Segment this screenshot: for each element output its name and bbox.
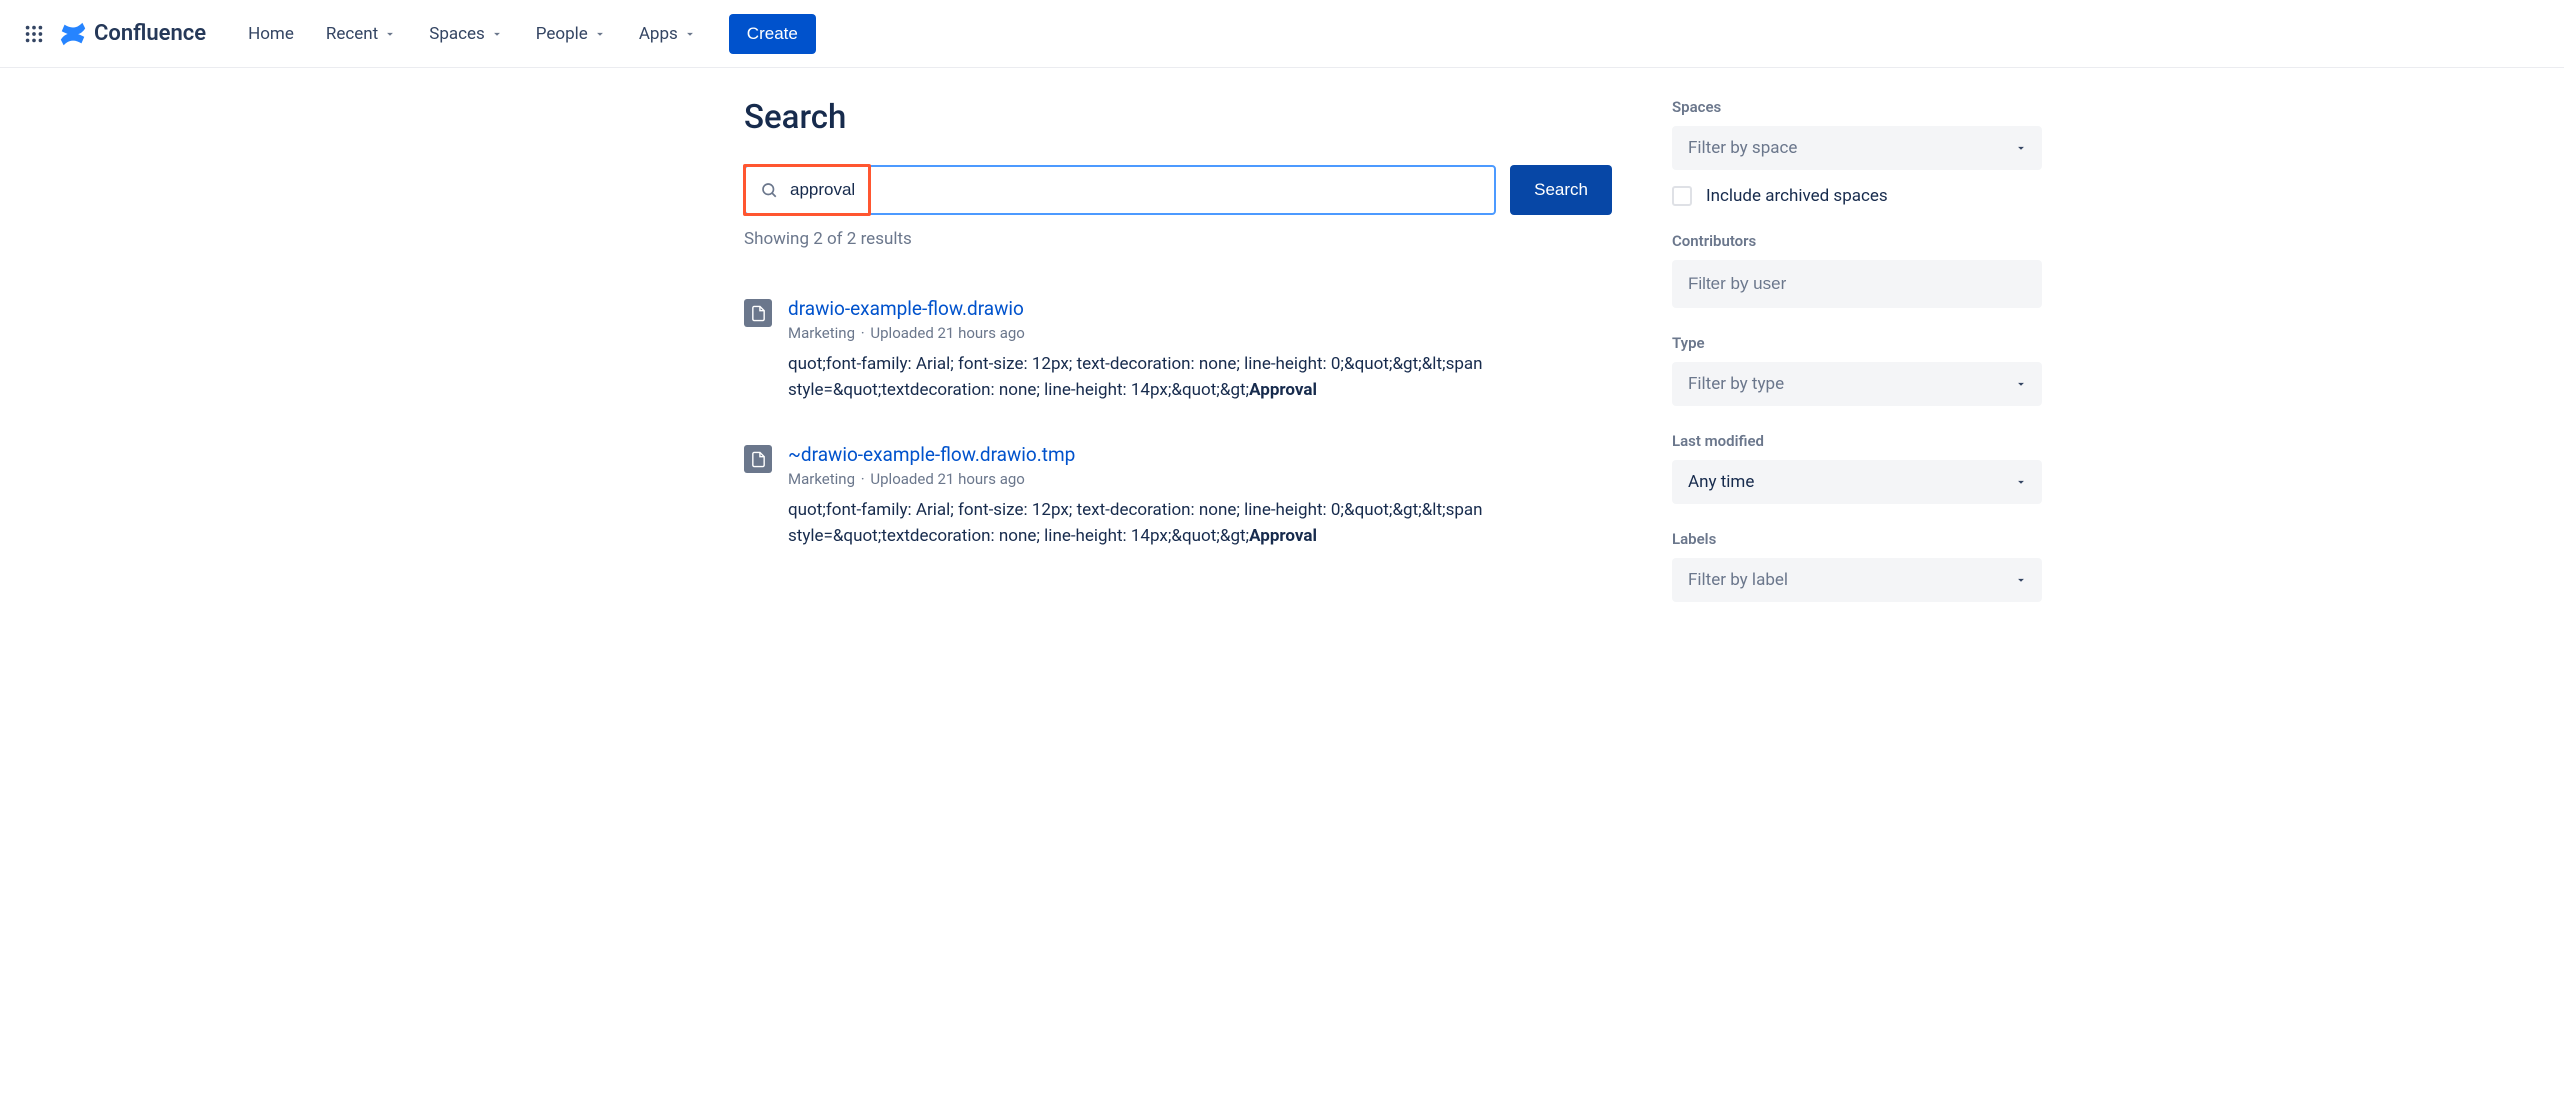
filter-last-modified-select[interactable]: Any time — [1672, 460, 2042, 504]
chevron-down-icon — [593, 27, 607, 41]
result-body: ~drawio-example-flow.drawio.tmp Marketin… — [788, 443, 1612, 549]
result-snippet: quot;font-family: Arial; font-size: 12px… — [788, 352, 1612, 403]
search-result: ~drawio-example-flow.drawio.tmp Marketin… — [744, 443, 1612, 549]
result-uploaded: Uploaded 21 hours ago — [870, 324, 1024, 342]
app-switcher-icon[interactable] — [20, 20, 48, 48]
archived-checkbox-label[interactable]: Include archived spaces — [1706, 186, 1888, 206]
filter-type: Type Filter by type — [1672, 334, 2042, 406]
filter-contributors-label: Contributors — [1672, 232, 2042, 250]
filter-spaces-placeholder: Filter by space — [1688, 138, 1797, 158]
filter-last-modified-label: Last modified — [1672, 432, 2042, 450]
product-name: Confluence — [94, 21, 206, 46]
confluence-icon — [58, 19, 88, 49]
search-input[interactable] — [790, 180, 1480, 200]
top-nav: Confluence Home Recent Spaces People App… — [0, 0, 2564, 68]
result-space: Marketing — [788, 324, 855, 342]
search-input-wrap[interactable] — [744, 165, 1496, 215]
search-result: drawio-example-flow.drawio Marketing · U… — [744, 297, 1612, 403]
chevron-down-icon — [683, 27, 697, 41]
result-space: Marketing — [788, 470, 855, 488]
result-title[interactable]: ~drawio-example-flow.drawio.tmp — [788, 443, 1612, 466]
search-icon — [760, 181, 778, 199]
filter-type-placeholder: Filter by type — [1688, 374, 1784, 394]
archived-checkbox[interactable] — [1672, 186, 1692, 206]
nav-spaces[interactable]: Spaces — [417, 16, 516, 52]
chevron-down-icon — [2014, 475, 2028, 489]
filter-type-select[interactable]: Filter by type — [1672, 362, 2042, 406]
file-icon — [744, 445, 772, 473]
filter-labels-placeholder: Filter by label — [1688, 570, 1788, 590]
file-icon — [744, 299, 772, 327]
result-title[interactable]: drawio-example-flow.drawio — [788, 297, 1612, 320]
filter-last-modified: Last modified Any time — [1672, 432, 2042, 504]
create-button[interactable]: Create — [729, 14, 816, 54]
nav-home[interactable]: Home — [236, 16, 306, 52]
result-snippet: quot;font-family: Arial; font-size: 12px… — [788, 498, 1612, 549]
chevron-down-icon — [2014, 573, 2028, 587]
filter-spaces-select[interactable]: Filter by space — [1672, 126, 2042, 170]
nav-items: Home Recent Spaces People Apps Create — [236, 14, 816, 54]
confluence-logo[interactable]: Confluence — [58, 19, 206, 49]
filter-labels-label: Labels — [1672, 530, 2042, 548]
filter-labels-select[interactable]: Filter by label — [1672, 558, 2042, 602]
results-list: drawio-example-flow.drawio Marketing · U… — [744, 297, 1612, 549]
result-meta: Marketing · Uploaded 21 hours ago — [788, 470, 1612, 488]
nav-recent[interactable]: Recent — [314, 16, 409, 52]
nav-home-label: Home — [248, 24, 294, 44]
chevron-down-icon — [2014, 141, 2028, 155]
filter-labels: Labels Filter by label — [1672, 530, 2042, 602]
result-body: drawio-example-flow.drawio Marketing · U… — [788, 297, 1612, 403]
page-title: Search — [744, 98, 1612, 137]
filter-spaces-label: Spaces — [1672, 98, 2042, 116]
archived-checkbox-row: Include archived spaces — [1672, 186, 2042, 206]
page-body: Search Search Showing 2 of 2 results dra… — [502, 68, 2062, 668]
chevron-down-icon — [490, 27, 504, 41]
nav-recent-label: Recent — [326, 24, 378, 44]
filter-last-modified-value: Any time — [1688, 472, 1754, 492]
chevron-down-icon — [2014, 377, 2028, 391]
nav-spaces-label: Spaces — [429, 24, 485, 44]
nav-apps[interactable]: Apps — [627, 16, 709, 52]
nav-people-label: People — [536, 24, 588, 44]
search-row: Search — [744, 165, 1612, 215]
chevron-down-icon — [383, 27, 397, 41]
filter-contributors: Contributors — [1672, 232, 2042, 308]
filters-sidebar: Spaces Filter by space Include archived … — [1672, 98, 2042, 628]
result-uploaded: Uploaded 21 hours ago — [870, 470, 1024, 488]
result-meta: Marketing · Uploaded 21 hours ago — [788, 324, 1612, 342]
nav-apps-label: Apps — [639, 24, 678, 44]
main-column: Search Search Showing 2 of 2 results dra… — [522, 98, 1612, 628]
nav-people[interactable]: People — [524, 16, 619, 52]
filter-type-label: Type — [1672, 334, 2042, 352]
search-button[interactable]: Search — [1510, 165, 1612, 215]
filter-spaces: Spaces Filter by space Include archived … — [1672, 98, 2042, 206]
filter-contributors-input[interactable] — [1672, 260, 2042, 308]
result-count: Showing 2 of 2 results — [744, 229, 1612, 249]
